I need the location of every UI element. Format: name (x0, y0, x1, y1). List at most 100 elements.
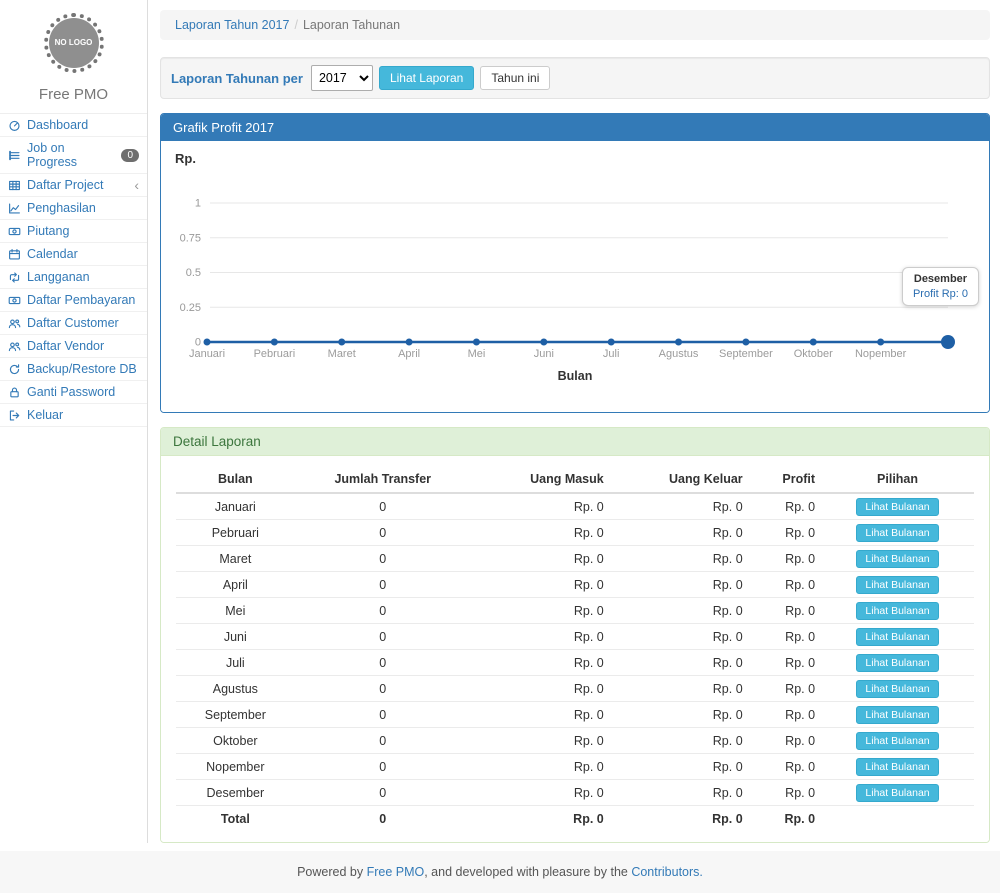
month-cell: Mei (176, 598, 295, 624)
sidebar-item-daftar-pembayaran[interactable]: Daftar Pembayaran (0, 289, 147, 312)
sidebar-item-piutang[interactable]: Piutang (0, 220, 147, 243)
dashboard-icon (8, 119, 21, 132)
data-point[interactable] (338, 339, 345, 346)
action-cell: Lihat Bulanan (821, 520, 974, 546)
action-cell: Lihat Bulanan (821, 624, 974, 650)
sidebar-item-label: Keluar (27, 408, 63, 422)
lihat-bulanan-button[interactable]: Lihat Bulanan (856, 550, 938, 568)
data-point[interactable] (675, 339, 682, 346)
x-tick-label: Pebruari (254, 348, 296, 360)
sidebar-item-daftar-project[interactable]: Daftar Project‹ (0, 174, 147, 197)
lihat-bulanan-button[interactable]: Lihat Bulanan (856, 758, 938, 776)
site-footer: Powered by Free PMO, and developed with … (0, 851, 1000, 893)
lihat-bulanan-button[interactable]: Lihat Bulanan (856, 654, 938, 672)
sidebar-item-daftar-customer[interactable]: Daftar Customer (0, 312, 147, 335)
lihat-bulanan-button[interactable]: Lihat Bulanan (856, 602, 938, 620)
keluar-cell: Rp. 0 (610, 702, 749, 728)
y-tick-label: 0 (195, 337, 201, 349)
column-header: Bulan (176, 466, 295, 493)
money-icon (8, 225, 21, 238)
app-logo: NO LOGO (49, 18, 99, 68)
data-point-highlighted[interactable] (941, 335, 955, 349)
sidebar-item-label: Dashboard (27, 118, 88, 132)
keluar-cell: Rp. 0 (610, 572, 749, 598)
profit-cell: Rp. 0 (749, 520, 821, 546)
retweet-icon (8, 271, 21, 284)
sidebar-item-penghasilan[interactable]: Penghasilan (0, 197, 147, 220)
table-header-row: BulanJumlah TransferUang MasukUang Kelua… (176, 466, 974, 493)
profit-cell: Rp. 0 (749, 754, 821, 780)
sidebar-item-label: Daftar Customer (27, 316, 119, 330)
keluar-cell: Rp. 0 (610, 598, 749, 624)
month-cell: Nopember (176, 754, 295, 780)
total-keluar-cell: Rp. 0 (610, 806, 749, 830)
masuk-cell: Rp. 0 (471, 676, 610, 702)
month-cell: April (176, 572, 295, 598)
data-point[interactable] (608, 339, 615, 346)
column-header: Pilihan (821, 466, 974, 493)
data-point[interactable] (742, 339, 749, 346)
month-cell: Agustus (176, 676, 295, 702)
profit-cell: Rp. 0 (749, 702, 821, 728)
sidebar-item-calendar[interactable]: Calendar (0, 243, 147, 266)
breadcrumb: Laporan Tahun 2017/Laporan Tahunan (160, 10, 990, 40)
transfer-cell: 0 (295, 676, 471, 702)
year-select[interactable]: 2017 (311, 65, 373, 91)
lihat-bulanan-button[interactable]: Lihat Bulanan (856, 576, 938, 594)
profit-cell: Rp. 0 (749, 676, 821, 702)
lihat-bulanan-button[interactable]: Lihat Bulanan (856, 524, 938, 542)
sidebar-item-dashboard[interactable]: Dashboard (0, 114, 147, 137)
month-cell: September (176, 702, 295, 728)
lihat-bulanan-button[interactable]: Lihat Bulanan (856, 706, 938, 724)
data-point[interactable] (204, 339, 211, 346)
x-tick-label: Nopember (855, 348, 907, 360)
tooltip-title: Desember (913, 273, 968, 285)
lihat-bulanan-button[interactable]: Lihat Bulanan (856, 628, 938, 646)
lihat-bulanan-button[interactable]: Lihat Bulanan (856, 732, 938, 750)
detail-panel-title: Detail Laporan (161, 428, 989, 456)
chart-canvas: 00.250.50.751JanuariPebruariMaretAprilMe… (173, 166, 977, 401)
sidebar-item-job-on-progress[interactable]: Job on Progress0 (0, 137, 147, 174)
line-chart-icon (8, 202, 21, 215)
sidebar-item-backup-restore-db[interactable]: Backup/Restore DB (0, 358, 147, 381)
footer-brand-link[interactable]: Free PMO (367, 865, 425, 879)
data-point[interactable] (810, 339, 817, 346)
month-cell: Juni (176, 624, 295, 650)
profit-cell: Rp. 0 (749, 780, 821, 806)
month-cell: Pebruari (176, 520, 295, 546)
chart-x-axis-title: Bulan (558, 369, 593, 383)
data-point[interactable] (877, 339, 884, 346)
column-header: Uang Masuk (471, 466, 610, 493)
y-tick-label: 1 (195, 198, 201, 210)
data-point[interactable] (406, 339, 413, 346)
action-cell: Lihat Bulanan (821, 754, 974, 780)
data-point[interactable] (540, 339, 547, 346)
profit-cell: Rp. 0 (749, 493, 821, 520)
view-report-button[interactable]: Lihat Laporan (379, 66, 474, 90)
x-tick-label: Agustus (659, 348, 699, 360)
keluar-cell: Rp. 0 (610, 754, 749, 780)
transfer-cell: 0 (295, 702, 471, 728)
transfer-cell: 0 (295, 754, 471, 780)
transfer-cell: 0 (295, 493, 471, 520)
breadcrumb-link[interactable]: Laporan Tahun 2017 (175, 18, 289, 32)
lihat-bulanan-button[interactable]: Lihat Bulanan (856, 680, 938, 698)
total-label-cell: Total (176, 806, 295, 830)
data-point[interactable] (271, 339, 278, 346)
keluar-cell: Rp. 0 (610, 728, 749, 754)
month-cell: Desember (176, 780, 295, 806)
this-year-button[interactable]: Tahun ini (480, 66, 550, 90)
table-row: Agustus0Rp. 0Rp. 0Rp. 0Lihat Bulanan (176, 676, 974, 702)
keluar-cell: Rp. 0 (610, 780, 749, 806)
sidebar-item-ganti-password[interactable]: Ganti Password (0, 381, 147, 404)
sidebar-item-keluar[interactable]: Keluar (0, 404, 147, 427)
breadcrumb-current: Laporan Tahunan (303, 18, 400, 32)
sidebar: NO LOGO Free PMO DashboardJob on Progres… (0, 0, 148, 843)
footer-contributors-link[interactable]: Contributors. (631, 865, 703, 879)
lihat-bulanan-button[interactable]: Lihat Bulanan (856, 498, 938, 516)
lihat-bulanan-button[interactable]: Lihat Bulanan (856, 784, 938, 802)
y-tick-label: 0.25 (180, 302, 201, 314)
data-point[interactable] (473, 339, 480, 346)
sidebar-item-daftar-vendor[interactable]: Daftar Vendor (0, 335, 147, 358)
sidebar-item-langganan[interactable]: Langganan (0, 266, 147, 289)
